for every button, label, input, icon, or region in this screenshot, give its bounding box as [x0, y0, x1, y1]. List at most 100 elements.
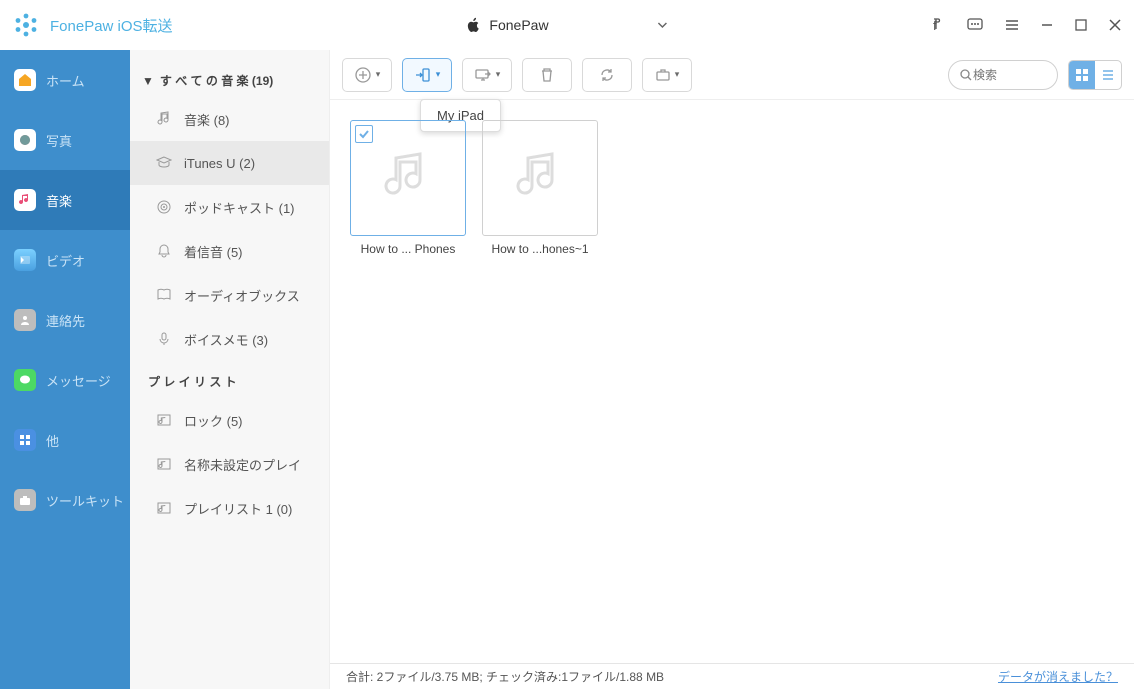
header-label: プ レ イ リ ス ト [148, 373, 237, 390]
file-grid: How to ... Phones How to ...hones~1 [330, 100, 1134, 663]
item-label: オーディオブックス [184, 286, 300, 305]
cat-ringtone[interactable]: 着信音 (5) [130, 229, 329, 273]
to-pc-icon [474, 66, 492, 84]
cat-audiobooks[interactable]: オーディオブックス [130, 273, 329, 317]
item-label: 音楽 (8) [184, 110, 230, 129]
playlist-icon [154, 500, 174, 516]
chevron-down-icon: ▾ [675, 69, 680, 80]
nav-other[interactable]: 他 [0, 410, 130, 470]
toolbox-button[interactable]: ▾ [642, 58, 692, 92]
nav-label: ビデオ [46, 251, 85, 270]
side-list: ▼ す べ て の 音 楽 (19) 音楽 (8) iTunes U (2) ポッ… [130, 50, 330, 689]
file-name: How to ... Phones [343, 242, 473, 256]
data-lost-link[interactable]: データが消えました？ [998, 668, 1118, 685]
device-name: FonePaw [489, 17, 548, 33]
maximize-icon[interactable] [1074, 18, 1088, 32]
add-button[interactable]: ▾ [342, 58, 392, 92]
nav-label: 写真 [46, 131, 72, 150]
nav-photos[interactable]: 写真 [0, 110, 130, 170]
feedback-icon[interactable]: f [930, 17, 946, 33]
book-icon [154, 287, 174, 303]
music-file-icon [512, 150, 568, 206]
nav-label: 音楽 [46, 191, 72, 210]
window-controls: f [930, 16, 1122, 34]
file-thumb [350, 120, 466, 236]
nav-toolkit[interactable]: ツールキット [0, 470, 130, 530]
home-icon [18, 73, 32, 87]
app-logo [12, 11, 40, 39]
nav-contacts[interactable]: 連絡先 [0, 290, 130, 350]
to-pc-button[interactable]: ▾ [462, 58, 512, 92]
triangle-down-icon: ▼ [142, 74, 154, 88]
cat-podcast[interactable]: ポッドキャスト (1) [130, 185, 329, 229]
playlist-rock[interactable]: ロック (5) [130, 398, 329, 442]
app-title: FonePaw iOS転送 [50, 15, 173, 36]
item-label: iTunes U (2) [184, 156, 255, 171]
cat-voicememo[interactable]: ボイスメモ (3) [130, 317, 329, 361]
status-bar: 合計: 2ファイル/3.75 MB; チェック済み:1ファイル/1.88 MB … [330, 663, 1134, 689]
toolbar: ▾ ▾ ▾ ▾ My iPad [330, 50, 1134, 100]
playlist-icon [154, 412, 174, 428]
chevron-down-icon: ▾ [376, 69, 381, 80]
nav-home[interactable]: ホーム [0, 50, 130, 110]
file-card[interactable]: How to ... Phones [350, 120, 466, 256]
chevron-down-icon: ▾ [496, 69, 501, 80]
cat-itunesu[interactable]: iTunes U (2) [130, 141, 329, 185]
nav-label: 他 [46, 431, 59, 450]
playlist-untitled[interactable]: 名称未設定のプレイ [130, 442, 329, 486]
refresh-button[interactable] [582, 58, 632, 92]
all-music-header[interactable]: ▼ す べ て の 音 楽 (19) [130, 60, 329, 97]
delete-button[interactable] [522, 58, 572, 92]
to-device-button[interactable]: ▾ [402, 58, 452, 92]
item-label: ボイスメモ (3) [184, 330, 268, 349]
toolkit-icon [19, 494, 31, 506]
trash-icon [539, 67, 555, 83]
chevron-down-icon [657, 19, 669, 31]
graduation-icon [154, 155, 174, 171]
status-text: 合計: 2ファイル/3.75 MB; チェック済み:1ファイル/1.88 MB [346, 668, 664, 685]
file-thumb [482, 120, 598, 236]
item-label: 名称未設定のプレイ [184, 455, 301, 474]
device-dropdown[interactable]: FonePaw [457, 13, 676, 37]
nav-music[interactable]: 音楽 [0, 170, 130, 230]
bell-icon [154, 243, 174, 259]
nav-video[interactable]: ビデオ [0, 230, 130, 290]
item-label: ロック (5) [184, 411, 243, 430]
titlebar: FonePaw iOS転送 FonePaw f [0, 0, 1134, 50]
file-name: How to ...hones~1 [475, 242, 605, 256]
messages-icon [19, 374, 31, 386]
grid-view-button[interactable] [1069, 61, 1095, 89]
svg-text:f: f [933, 18, 937, 33]
menu-icon[interactable] [1004, 17, 1020, 33]
note-icon [154, 111, 174, 127]
item-label: ポッドキャスト (1) [184, 198, 295, 217]
search-icon [959, 68, 973, 82]
nav-label: ツールキット [46, 491, 124, 510]
cat-music[interactable]: 音楽 (8) [130, 97, 329, 141]
music-icon [18, 193, 32, 207]
header-label: す べ て の 音 楽 (19) [160, 72, 273, 89]
search-input[interactable] [973, 68, 1043, 82]
minimize-icon[interactable] [1040, 18, 1054, 32]
left-nav: ホーム 写真 音楽 ビデオ 連絡先 メッセージ 他 ツールキット [0, 50, 130, 689]
chevron-down-icon: ▾ [436, 69, 441, 80]
grid-view-icon [1075, 68, 1089, 82]
file-card[interactable]: How to ...hones~1 [482, 120, 598, 256]
video-icon [19, 254, 31, 266]
grid-icon [19, 434, 31, 446]
list-view-button[interactable] [1095, 61, 1121, 89]
message-icon[interactable] [966, 16, 984, 34]
search-box[interactable] [948, 60, 1058, 90]
close-icon[interactable] [1108, 18, 1122, 32]
checkbox-checked[interactable] [355, 125, 373, 143]
apple-icon [465, 17, 481, 33]
refresh-icon [599, 67, 615, 83]
playlist-header[interactable]: プ レ イ リ ス ト [130, 361, 329, 398]
list-view-icon [1101, 68, 1115, 82]
playlist-1[interactable]: プレイリスト 1 (0) [130, 486, 329, 530]
item-label: プレイリスト 1 (0) [184, 499, 292, 518]
item-label: 着信音 (5) [184, 242, 243, 261]
to-device-icon [414, 66, 432, 84]
nav-messages[interactable]: メッセージ [0, 350, 130, 410]
nav-label: メッセージ [46, 371, 111, 390]
